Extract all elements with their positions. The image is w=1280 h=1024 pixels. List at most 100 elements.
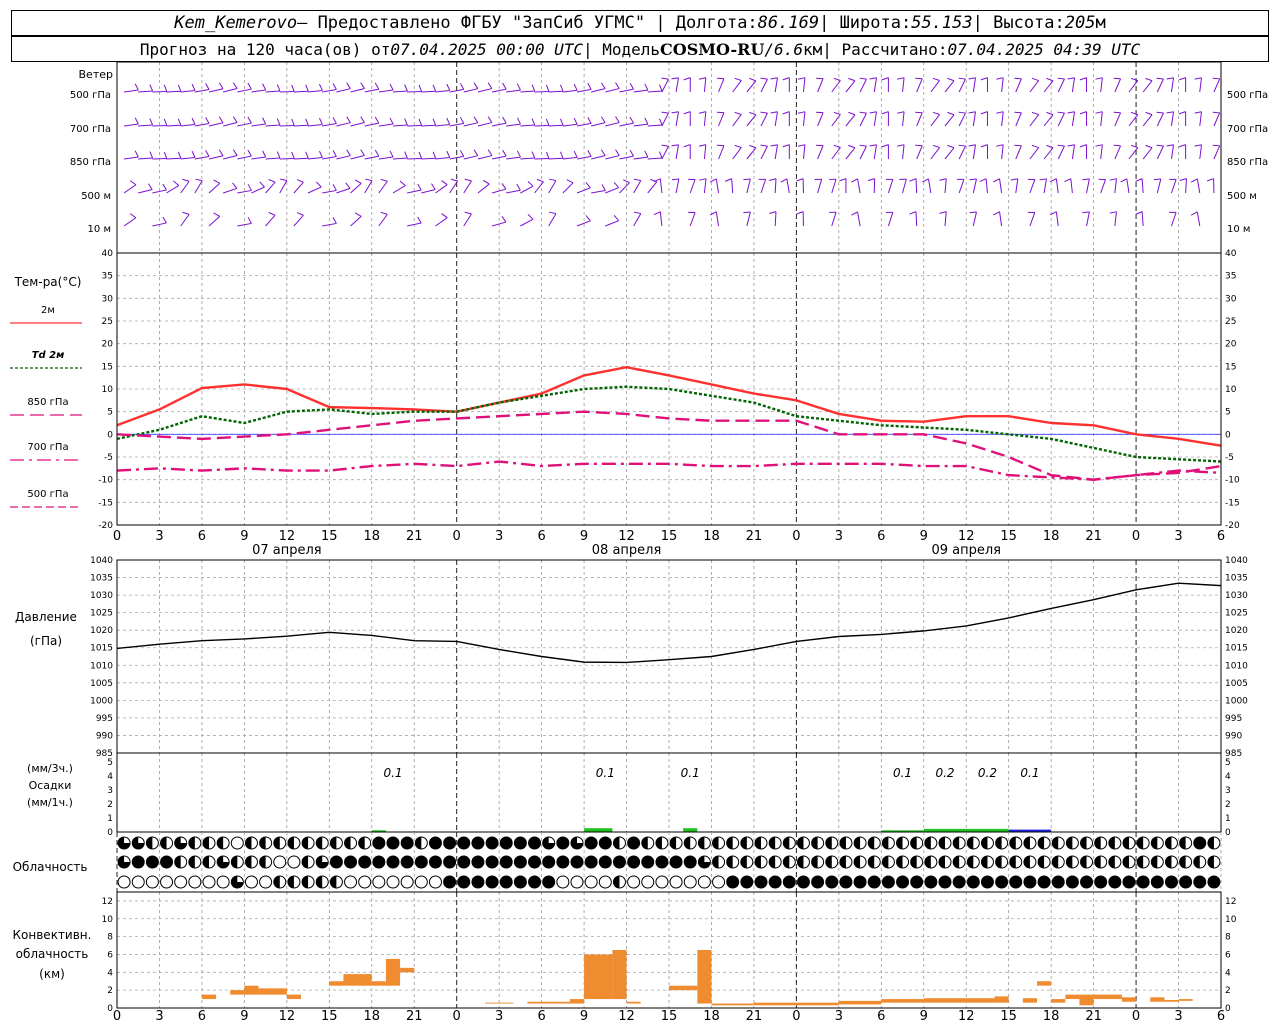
cloud-symbol <box>400 875 414 889</box>
wind-barb-flag <box>653 211 661 216</box>
cloud-symbol <box>528 875 542 889</box>
wind-barb-flag <box>939 178 947 181</box>
wind-barb <box>208 88 224 93</box>
wind-barb-flag <box>441 213 448 219</box>
temp-ytick-left: 15 <box>102 362 113 372</box>
cloud-half <box>1066 856 1073 868</box>
wind-barb-flag <box>163 84 168 92</box>
cloud-half <box>188 837 195 849</box>
wind-barb-flag <box>205 83 210 90</box>
wind-barb-flag <box>134 117 139 125</box>
wind-barb-flag <box>848 111 856 116</box>
wind-barb-flag <box>1014 111 1022 114</box>
cloud-half <box>273 837 280 849</box>
wind-barb <box>477 122 493 127</box>
wind-barb-flag <box>671 144 679 147</box>
cloud-symbol <box>528 836 542 850</box>
wind-barb-flag <box>1057 111 1065 114</box>
cloud-half <box>755 837 761 849</box>
wind-barb-flag <box>734 111 742 115</box>
wind-barb <box>887 179 894 194</box>
wind-barb <box>336 187 351 194</box>
cloud-half <box>1151 837 1158 849</box>
wind-barb-flag <box>247 217 252 224</box>
wind-barb-flag <box>464 211 472 215</box>
wind-barb <box>887 212 894 227</box>
convective-bar <box>711 1003 754 1006</box>
wind-barb <box>972 144 977 160</box>
precip-amount: 0.1 <box>681 766 700 780</box>
wind-barb-flag <box>932 111 940 116</box>
cloud-symbol <box>556 875 570 889</box>
cloud-half <box>160 837 167 849</box>
wind-barb-flag <box>770 77 778 80</box>
wind-barb-flag <box>473 116 479 123</box>
cloud-half <box>797 856 804 868</box>
cloud-half <box>245 837 252 849</box>
temp-ytick-right: -5 <box>1225 453 1234 463</box>
wind-barb <box>520 124 535 127</box>
convective-bar <box>400 967 415 973</box>
pres-ytick-right: 1010 <box>1225 661 1248 671</box>
wind-barb <box>1029 147 1040 160</box>
wind-barb <box>350 215 362 227</box>
cloud-symbol <box>259 875 273 889</box>
wind-barb <box>279 124 295 127</box>
temp-xtick: 21 <box>746 529 763 544</box>
cloud-symbol <box>160 855 174 869</box>
precip-label: Осадки <box>29 779 72 792</box>
cloud-symbol <box>386 836 400 850</box>
wind-barb <box>703 77 707 93</box>
wind-barb <box>972 211 977 227</box>
cloud-half <box>259 856 266 868</box>
wind-barb <box>166 185 180 194</box>
wind-barb-flag <box>487 149 493 156</box>
wind-barb <box>958 112 966 127</box>
cloud-half <box>995 837 1002 849</box>
cloud-symbol <box>655 875 669 889</box>
cloud-half <box>1023 856 1030 868</box>
wind-barb-flag <box>149 151 154 159</box>
wind-barb <box>1199 144 1202 160</box>
cloud-half <box>613 876 620 888</box>
wind-barb-flag <box>182 178 190 182</box>
wind-barb-flag <box>232 82 238 89</box>
wind-barb <box>477 88 493 93</box>
wind-barb <box>449 122 464 127</box>
wind-barb <box>774 178 777 194</box>
conv-xtick: 12 <box>958 1009 975 1024</box>
wind-barb-flag <box>1145 144 1153 149</box>
pres-ytick-right: 1040 <box>1225 556 1248 566</box>
wind-barb <box>831 212 837 227</box>
wind-barb <box>223 88 238 93</box>
wind-barb-flag <box>247 149 252 157</box>
wind-barb-flag <box>502 149 507 157</box>
convective-bar <box>1150 997 1165 1002</box>
wind-barb-flag <box>218 116 224 123</box>
wind-barb <box>421 189 436 194</box>
convective-bar <box>569 999 585 1004</box>
wind-barb-flag <box>869 77 877 80</box>
wind-barb-flag <box>1166 77 1174 80</box>
temp-title: Тем-ра(°С) <box>14 275 82 289</box>
wind-level-left: 850 гПа <box>70 157 111 168</box>
wind-barb-flag <box>683 111 691 115</box>
conv-xtick: 9 <box>920 1009 928 1024</box>
wind-barb <box>491 88 507 93</box>
wind-barb-flag <box>149 118 154 126</box>
wind-barb-flag <box>1067 77 1075 80</box>
wind-barb <box>675 144 679 160</box>
wind-barb-flag <box>1130 144 1138 149</box>
wind-barb <box>138 90 153 93</box>
wind-barb-flag <box>734 77 742 81</box>
cloud-symbol <box>443 836 457 850</box>
meteogram: Ветер 500 гПа 500 гПа 700 гПа 700 гПа 850 гПа… <box>10 61 1268 1024</box>
conv-xtick: 3 <box>155 1009 163 1024</box>
wind-barb <box>999 178 1003 194</box>
wind-barb <box>1170 77 1175 93</box>
wind-barb <box>1156 178 1162 194</box>
cloud-symbol <box>584 855 598 869</box>
wind-barb <box>958 145 966 160</box>
cloud-symbol <box>853 875 867 889</box>
wind-barb-flag <box>404 84 408 92</box>
